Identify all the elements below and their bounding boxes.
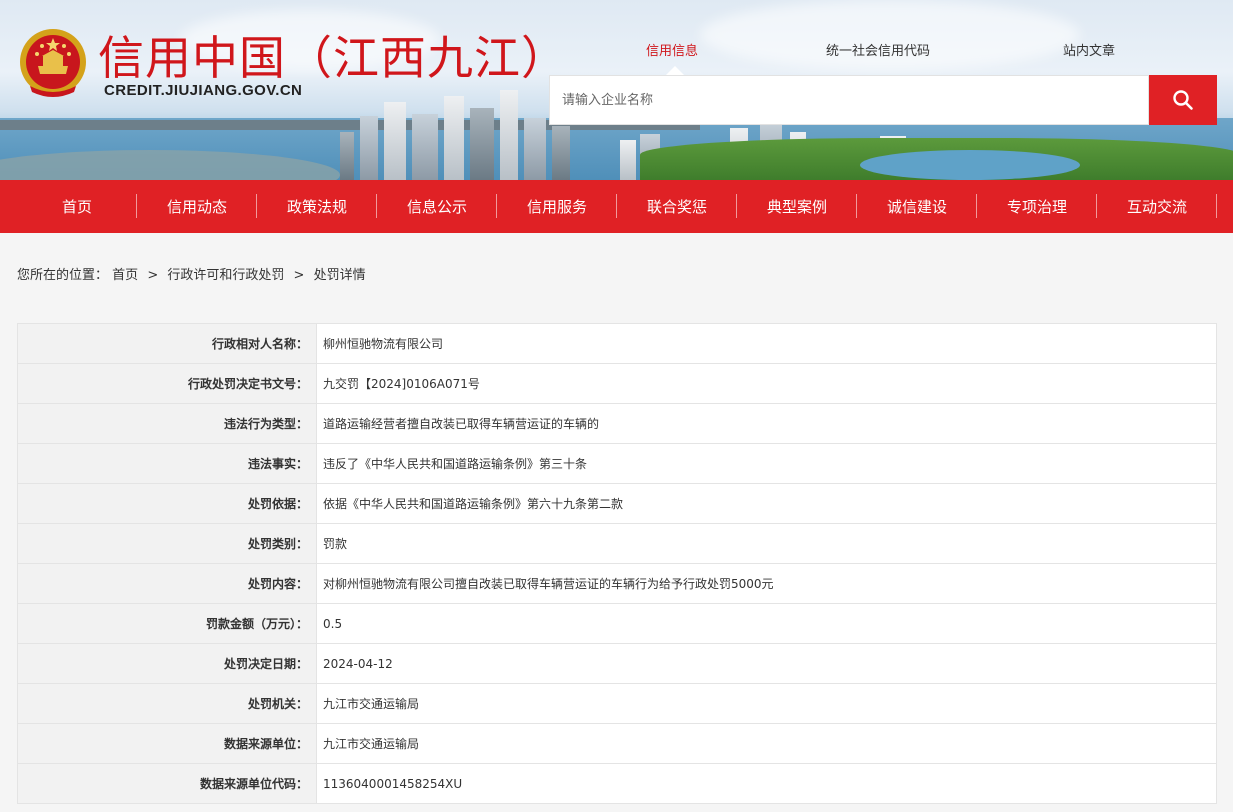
field-label: 处罚内容： <box>17 563 317 604</box>
table-row: 数据来源单位代码： 1136040001458254XU <box>17 763 1217 804</box>
field-value: 1136040001458254XU <box>316 763 1217 804</box>
active-tab-caret <box>666 66 684 75</box>
table-row: 罚款金额（万元）： 0.5 <box>17 603 1217 644</box>
search-icon <box>1173 90 1193 110</box>
field-value: 2024-04-12 <box>316 643 1217 684</box>
field-label: 违法事实： <box>17 443 317 484</box>
nav-item-interaction[interactable]: 互动交流 <box>1097 180 1217 233</box>
main-nav: 首页 信用动态 政策法规 信息公示 信用服务 联合奖惩 典型案例 诚信建设 专项… <box>0 180 1233 233</box>
tab-credit-code[interactable]: 统一社会信用代码 <box>826 40 930 59</box>
table-row: 处罚依据： 依据《中华人民共和国道路运输条例》第六十九条第二款 <box>17 483 1217 524</box>
breadcrumb-home[interactable]: 首页 <box>112 268 138 283</box>
table-row: 违法事实： 违反了《中华人民共和国道路运输条例》第三十条 <box>17 443 1217 484</box>
tab-credit-info[interactable]: 信用信息 <box>646 40 698 59</box>
field-value: 九江市交通运输局 <box>316 723 1217 764</box>
field-value: 罚款 <box>316 523 1217 564</box>
field-value: 九江市交通运输局 <box>316 683 1217 724</box>
search-box <box>549 75 1149 125</box>
nav-item-policies[interactable]: 政策法规 <box>257 180 377 233</box>
field-value: 0.5 <box>316 603 1217 644</box>
field-label: 处罚类别： <box>17 523 317 564</box>
table-row: 处罚内容： 对柳州恒驰物流有限公司擅自改装已取得车辆营运证的车辆行为给予行政处罚… <box>17 563 1217 604</box>
search-button[interactable] <box>1149 75 1217 125</box>
field-value: 九交罚【2024]0106A071号 <box>316 363 1217 404</box>
table-row: 违法行为类型： 道路运输经营者擅自改装已取得车辆营运证的车辆的 <box>17 403 1217 444</box>
nav-item-disclosure[interactable]: 信息公示 <box>377 180 497 233</box>
site-header: 信用中国（江西九江） CREDIT.JIUJIANG.GOV.CN 信用信息 统… <box>0 0 1233 180</box>
table-row: 处罚类别： 罚款 <box>17 523 1217 564</box>
field-value: 对柳州恒驰物流有限公司擅自改装已取得车辆营运证的车辆行为给予行政处罚5000元 <box>316 563 1217 604</box>
field-value: 违反了《中华人民共和国道路运输条例》第三十条 <box>316 443 1217 484</box>
nav-item-typical-cases[interactable]: 典型案例 <box>737 180 857 233</box>
penalty-detail-table: 行政相对人名称： 柳州恒驰物流有限公司 行政处罚决定书文号： 九交罚【2024]… <box>17 323 1217 804</box>
field-label: 处罚依据： <box>17 483 317 524</box>
field-label: 罚款金额（万元）： <box>17 603 317 644</box>
nav-item-integrity[interactable]: 诚信建设 <box>857 180 977 233</box>
nav-item-credit-news[interactable]: 信用动态 <box>137 180 257 233</box>
field-label: 数据来源单位代码： <box>17 763 317 804</box>
table-row: 行政处罚决定书文号： 九交罚【2024]0106A071号 <box>17 363 1217 404</box>
table-row: 数据来源单位： 九江市交通运输局 <box>17 723 1217 764</box>
breadcrumb-separator: > <box>147 268 159 283</box>
field-label: 数据来源单位： <box>17 723 317 764</box>
breadcrumb-separator: > <box>293 268 305 283</box>
nav-item-home[interactable]: 首页 <box>17 180 137 233</box>
tab-site-articles[interactable]: 站内文章 <box>1063 40 1115 59</box>
breadcrumb: 您所在的位置： 首页 > 行政许可和行政处罚 > 处罚详情 <box>17 264 366 283</box>
search-type-tabs: 信用信息 统一社会信用代码 站内文章 <box>600 40 1220 68</box>
field-label: 处罚决定日期： <box>17 643 317 684</box>
breadcrumb-current: 处罚详情 <box>313 268 366 283</box>
field-value: 道路运输经营者擅自改装已取得车辆营运证的车辆的 <box>316 403 1217 444</box>
field-label: 违法行为类型： <box>17 403 317 444</box>
breadcrumb-prefix: 您所在的位置： <box>17 268 109 283</box>
table-row: 处罚决定日期： 2024-04-12 <box>17 643 1217 684</box>
field-label: 行政相对人名称： <box>17 323 317 364</box>
table-row: 处罚机关： 九江市交通运输局 <box>17 683 1217 724</box>
breadcrumb-permits-penalties[interactable]: 行政许可和行政处罚 <box>167 268 284 283</box>
site-domain: CREDIT.JIUJIANG.GOV.CN <box>104 82 303 99</box>
lake-decoration <box>860 150 1080 180</box>
site-title: 信用中国（江西九江） <box>98 31 568 85</box>
table-row: 行政相对人名称： 柳州恒驰物流有限公司 <box>17 323 1217 364</box>
field-label: 行政处罚决定书文号： <box>17 363 317 404</box>
field-label: 处罚机关： <box>17 683 317 724</box>
field-value: 柳州恒驰物流有限公司 <box>316 323 1217 364</box>
nav-item-special-governance[interactable]: 专项治理 <box>977 180 1097 233</box>
nav-separator <box>1216 194 1217 218</box>
nav-item-credit-service[interactable]: 信用服务 <box>497 180 617 233</box>
nav-item-rewards-punishments[interactable]: 联合奖惩 <box>617 180 737 233</box>
search-input[interactable] <box>550 76 1148 124</box>
field-value: 依据《中华人民共和国道路运输条例》第六十九条第二款 <box>316 483 1217 524</box>
national-emblem-icon <box>20 29 86 97</box>
